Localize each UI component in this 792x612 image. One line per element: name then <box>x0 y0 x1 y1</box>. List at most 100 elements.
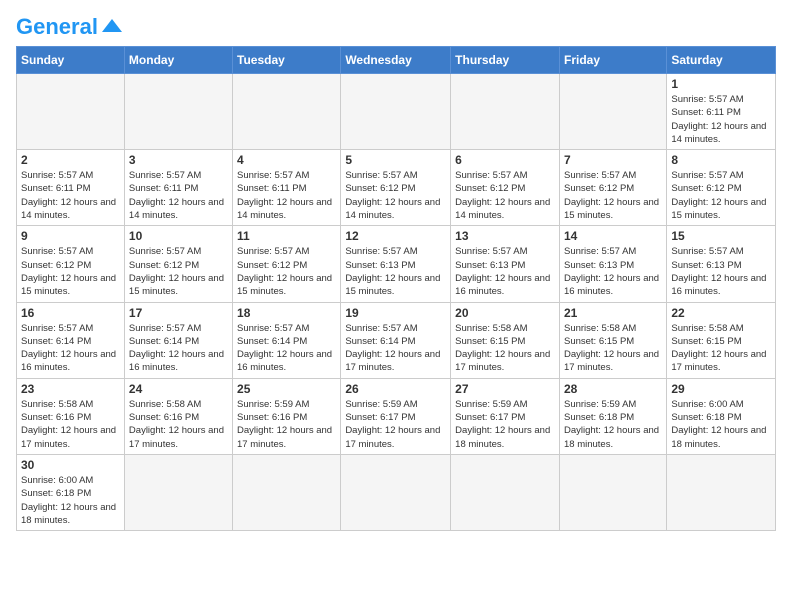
day-number: 7 <box>564 153 662 167</box>
day-number: 8 <box>671 153 771 167</box>
day-info: Sunrise: 5:57 AM Sunset: 6:11 PM Dayligh… <box>21 169 120 222</box>
day-info: Sunrise: 5:57 AM Sunset: 6:12 PM Dayligh… <box>21 245 120 298</box>
calendar-cell: 27Sunrise: 5:59 AM Sunset: 6:17 PM Dayli… <box>451 378 560 454</box>
calendar-cell <box>233 454 341 530</box>
column-header-monday: Monday <box>124 47 232 74</box>
column-header-tuesday: Tuesday <box>233 47 341 74</box>
day-info: Sunrise: 5:57 AM Sunset: 6:12 PM Dayligh… <box>455 169 555 222</box>
calendar-cell: 13Sunrise: 5:57 AM Sunset: 6:13 PM Dayli… <box>451 226 560 302</box>
calendar-cell <box>124 74 232 150</box>
calendar-cell: 7 Sunrise: 5:57 AM Sunset: 6:12 PM Daylig… <box>559 150 666 226</box>
day-number: 18 <box>237 306 336 320</box>
calendar-cell: 11Sunrise: 5:57 AM Sunset: 6:12 PM Dayli… <box>233 226 341 302</box>
calendar-cell <box>341 454 451 530</box>
day-info: Sunrise: 5:57 AM Sunset: 6:13 PM Dayligh… <box>671 245 771 298</box>
day-info: Sunrise: 5:57 AM Sunset: 6:14 PM Dayligh… <box>237 322 336 375</box>
day-number: 30 <box>21 458 120 472</box>
logo-triangle-icon <box>102 19 122 32</box>
calendar-cell: 19Sunrise: 5:57 AM Sunset: 6:14 PM Dayli… <box>341 302 451 378</box>
calendar-cell <box>451 74 560 150</box>
day-number: 5 <box>345 153 446 167</box>
day-info: Sunrise: 5:57 AM Sunset: 6:11 PM Dayligh… <box>237 169 336 222</box>
day-number: 22 <box>671 306 771 320</box>
calendar-table: SundayMondayTuesdayWednesdayThursdayFrid… <box>16 46 776 531</box>
calendar-cell <box>451 454 560 530</box>
day-info: Sunrise: 5:57 AM Sunset: 6:14 PM Dayligh… <box>129 322 228 375</box>
day-info: Sunrise: 5:58 AM Sunset: 6:16 PM Dayligh… <box>21 398 120 451</box>
calendar-cell: 2 Sunrise: 5:57 AM Sunset: 6:11 PM Daylig… <box>17 150 125 226</box>
day-info: Sunrise: 5:59 AM Sunset: 6:16 PM Dayligh… <box>237 398 336 451</box>
column-header-friday: Friday <box>559 47 666 74</box>
calendar-cell: 9 Sunrise: 5:57 AM Sunset: 6:12 PM Daylig… <box>17 226 125 302</box>
calendar-cell <box>559 454 666 530</box>
calendar-cell: 4 Sunrise: 5:57 AM Sunset: 6:11 PM Daylig… <box>233 150 341 226</box>
logo-general: General <box>16 14 98 39</box>
calendar-cell <box>667 454 776 530</box>
day-number: 20 <box>455 306 555 320</box>
day-info: Sunrise: 5:57 AM Sunset: 6:11 PM Dayligh… <box>129 169 228 222</box>
day-number: 12 <box>345 229 446 243</box>
day-info: Sunrise: 5:58 AM Sunset: 6:15 PM Dayligh… <box>564 322 662 375</box>
calendar-cell: 24Sunrise: 5:58 AM Sunset: 6:16 PM Dayli… <box>124 378 232 454</box>
day-number: 16 <box>21 306 120 320</box>
calendar-week-1: 1 Sunrise: 5:57 AM Sunset: 6:11 PM Daylig… <box>17 74 776 150</box>
day-number: 25 <box>237 382 336 396</box>
day-number: 17 <box>129 306 228 320</box>
day-number: 11 <box>237 229 336 243</box>
calendar-week-2: 2 Sunrise: 5:57 AM Sunset: 6:11 PM Daylig… <box>17 150 776 226</box>
calendar-cell: 25 Sunrise: 5:59 AM Sunset: 6:16 PM Dayli… <box>233 378 341 454</box>
calendar-cell: 3 Sunrise: 5:57 AM Sunset: 6:11 PM Daylig… <box>124 150 232 226</box>
day-number: 3 <box>129 153 228 167</box>
calendar-cell: 28 Sunrise: 5:59 AM Sunset: 6:18 PM Dayli… <box>559 378 666 454</box>
day-number: 13 <box>455 229 555 243</box>
day-info: Sunrise: 5:59 AM Sunset: 6:18 PM Dayligh… <box>564 398 662 451</box>
day-number: 2 <box>21 153 120 167</box>
calendar-cell: 29Sunrise: 6:00 AM Sunset: 6:18 PM Dayli… <box>667 378 776 454</box>
day-number: 15 <box>671 229 771 243</box>
day-number: 26 <box>345 382 446 396</box>
column-header-wednesday: Wednesday <box>341 47 451 74</box>
calendar-cell: 20 Sunrise: 5:58 AM Sunset: 6:15 PM Dayli… <box>451 302 560 378</box>
day-info: Sunrise: 6:00 AM Sunset: 6:18 PM Dayligh… <box>671 398 771 451</box>
day-info: Sunrise: 5:58 AM Sunset: 6:16 PM Dayligh… <box>129 398 228 451</box>
calendar-cell <box>124 454 232 530</box>
calendar-cell: 21Sunrise: 5:58 AM Sunset: 6:15 PM Dayli… <box>559 302 666 378</box>
calendar-cell: 23 Sunrise: 5:58 AM Sunset: 6:16 PM Dayli… <box>17 378 125 454</box>
calendar-week-6: 30 Sunrise: 6:00 AM Sunset: 6:18 PM Dayli… <box>17 454 776 530</box>
calendar-cell: 10 Sunrise: 5:57 AM Sunset: 6:12 PM Dayli… <box>124 226 232 302</box>
day-info: Sunrise: 5:58 AM Sunset: 6:15 PM Dayligh… <box>455 322 555 375</box>
day-number: 28 <box>564 382 662 396</box>
day-number: 1 <box>671 77 771 91</box>
day-number: 27 <box>455 382 555 396</box>
logo: General <box>16 16 122 36</box>
day-number: 14 <box>564 229 662 243</box>
column-header-saturday: Saturday <box>667 47 776 74</box>
calendar-header: SundayMondayTuesdayWednesdayThursdayFrid… <box>17 47 776 74</box>
calendar-cell: 15 Sunrise: 5:57 AM Sunset: 6:13 PM Dayli… <box>667 226 776 302</box>
day-number: 10 <box>129 229 228 243</box>
calendar-week-3: 9 Sunrise: 5:57 AM Sunset: 6:12 PM Daylig… <box>17 226 776 302</box>
day-info: Sunrise: 5:59 AM Sunset: 6:17 PM Dayligh… <box>345 398 446 451</box>
column-header-thursday: Thursday <box>451 47 560 74</box>
calendar-cell: 6Sunrise: 5:57 AM Sunset: 6:12 PM Daylig… <box>451 150 560 226</box>
calendar-cell <box>17 74 125 150</box>
day-info: Sunrise: 5:57 AM Sunset: 6:14 PM Dayligh… <box>21 322 120 375</box>
day-number: 9 <box>21 229 120 243</box>
day-number: 4 <box>237 153 336 167</box>
day-info: Sunrise: 5:57 AM Sunset: 6:12 PM Dayligh… <box>345 169 446 222</box>
logo-text: General <box>16 16 98 38</box>
day-info: Sunrise: 5:57 AM Sunset: 6:13 PM Dayligh… <box>564 245 662 298</box>
day-info: Sunrise: 6:00 AM Sunset: 6:18 PM Dayligh… <box>21 474 120 527</box>
day-number: 23 <box>21 382 120 396</box>
calendar-cell: 26 Sunrise: 5:59 AM Sunset: 6:17 PM Dayli… <box>341 378 451 454</box>
calendar-cell <box>233 74 341 150</box>
day-info: Sunrise: 5:57 AM Sunset: 6:13 PM Dayligh… <box>345 245 446 298</box>
calendar-body: 1 Sunrise: 5:57 AM Sunset: 6:11 PM Daylig… <box>17 74 776 531</box>
calendar-cell: 1 Sunrise: 5:57 AM Sunset: 6:11 PM Daylig… <box>667 74 776 150</box>
day-info: Sunrise: 5:57 AM Sunset: 6:12 PM Dayligh… <box>129 245 228 298</box>
day-info: Sunrise: 5:57 AM Sunset: 6:11 PM Dayligh… <box>671 93 771 146</box>
day-info: Sunrise: 5:58 AM Sunset: 6:15 PM Dayligh… <box>671 322 771 375</box>
page-header: General <box>16 16 776 36</box>
day-info: Sunrise: 5:57 AM Sunset: 6:12 PM Dayligh… <box>564 169 662 222</box>
calendar-cell <box>341 74 451 150</box>
